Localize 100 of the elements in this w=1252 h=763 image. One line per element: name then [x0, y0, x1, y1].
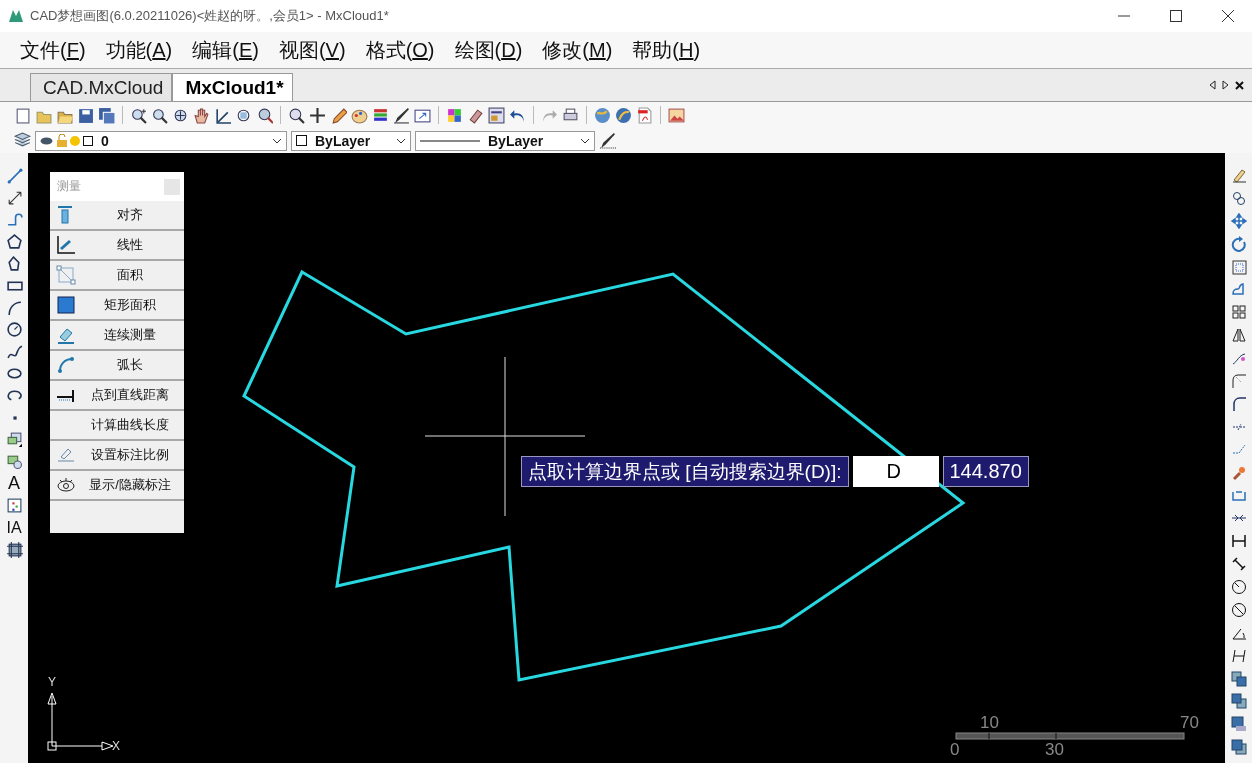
- zoom-icon[interactable]: [151, 106, 168, 124]
- eraser-icon[interactable]: [467, 106, 484, 124]
- menu-item[interactable]: 文件(F): [10, 36, 96, 64]
- layer-dropdown[interactable]: 0: [35, 130, 287, 151]
- polyline-icon[interactable]: [5, 211, 23, 228]
- text-tool[interactable]: A: [8, 475, 20, 492]
- diameter-icon[interactable]: [1230, 601, 1247, 618]
- drawing-canvas[interactable]: Y X 10 70 0 30 测量 对齐 线性 面积 矩形面积 连续测量 弧长 点到直线距离 计算曲线长度 设置标注比例 显示/隐藏标注 点取计算边界点或 [自动搜索边界(D)]: D 144.870: [28, 153, 1225, 763]
- new-file-icon[interactable]: [14, 106, 31, 124]
- close-icon[interactable]: [1222, 10, 1234, 22]
- measure-linear-icon: [56, 235, 76, 255]
- ellipse-icon[interactable]: [5, 365, 23, 382]
- measure-arc-icon: [56, 355, 76, 375]
- copy-circles-icon[interactable]: [1230, 189, 1247, 206]
- arc-icon[interactable]: [5, 299, 23, 316]
- multiline-text-tool[interactable]: IA: [6, 519, 22, 536]
- pdf-file-icon[interactable]: [636, 106, 653, 124]
- pentagon-icon[interactable]: [5, 233, 23, 250]
- ucs-axes-icon: [47, 692, 114, 751]
- measure-area-icon: [56, 265, 76, 285]
- menu-item[interactable]: 绘图(D): [444, 36, 533, 64]
- padlock-icon: [56, 133, 67, 148]
- maximize-icon[interactable]: [1170, 10, 1182, 22]
- mirror-icon[interactable]: [1230, 327, 1247, 344]
- fillet-icon[interactable]: [1230, 373, 1247, 389]
- pencil-icon[interactable]: [330, 106, 347, 124]
- color-grid-icon[interactable]: [446, 106, 463, 124]
- zoom-in-icon[interactable]: [130, 106, 147, 124]
- round-fillet-icon[interactable]: [1230, 395, 1247, 412]
- block-icon[interactable]: [5, 431, 23, 448]
- panel-title: 测量: [57, 178, 81, 195]
- bring-front-icon[interactable]: [1230, 670, 1247, 687]
- horizontal-dimension-icon[interactable]: [1230, 533, 1247, 550]
- linetype-dropdown[interactable]: ByLayer: [415, 130, 595, 151]
- insert-block-icon[interactable]: [5, 453, 23, 470]
- scale-label: 0: [950, 741, 960, 759]
- globe-icon[interactable]: [594, 106, 611, 124]
- scroll-left-icon[interactable]: [1209, 80, 1216, 90]
- hatch-icon[interactable]: [5, 541, 23, 558]
- offset-icon[interactable]: [1230, 281, 1247, 298]
- color-swatch-icon: [296, 135, 307, 146]
- menu-item[interactable]: 帮助(H): [622, 36, 711, 64]
- brush-icon[interactable]: [393, 106, 410, 124]
- menu-item[interactable]: 视图(V): [268, 36, 356, 64]
- brush-icon[interactable]: [599, 132, 616, 149]
- eraser-icon[interactable]: [1230, 167, 1247, 183]
- app-logo-icon: [8, 8, 24, 24]
- polygon-icon[interactable]: [5, 255, 23, 272]
- window-title: CAD梦想画图(6.0.20211026)<姓赵的呀。,会员1> - MxCloud1*: [30, 7, 389, 25]
- axes-icon[interactable]: [214, 106, 231, 124]
- move-cross-icon[interactable]: [309, 106, 326, 124]
- menu-item[interactable]: 格式(O): [355, 36, 445, 64]
- close-icon[interactable]: [1235, 80, 1244, 90]
- magnifier-icon[interactable]: [288, 106, 305, 124]
- aligned-dimension-icon[interactable]: [1230, 556, 1247, 573]
- caret-icon: [396, 137, 406, 144]
- menu-item[interactable]: 功能(A): [95, 36, 183, 64]
- spline-icon[interactable]: [5, 343, 23, 360]
- caret-icon: [580, 137, 590, 144]
- axis-label: X: [112, 739, 120, 753]
- scroll-right-icon[interactable]: [1222, 80, 1229, 90]
- table-icon[interactable]: [5, 497, 23, 514]
- front-icon[interactable]: [1230, 716, 1247, 733]
- back-icon[interactable]: [1230, 739, 1247, 756]
- oblique-dimension-icon[interactable]: [1230, 647, 1247, 664]
- menu-item[interactable]: 编辑(E): [182, 36, 269, 64]
- menu-item[interactable]: 修改(M): [532, 36, 623, 64]
- grid-array-icon[interactable]: [1230, 304, 1247, 321]
- scale-label: 70: [1180, 714, 1199, 732]
- layers-icon[interactable]: [14, 132, 31, 149]
- document-tab[interactable]: CAD.MxCloud: [30, 73, 173, 101]
- measure-eye-icon: [56, 475, 76, 495]
- send-back-icon[interactable]: [1230, 693, 1247, 710]
- pan-hand-icon[interactable]: [193, 106, 210, 124]
- scale-label: 10: [980, 714, 999, 732]
- eye-icon: [40, 136, 53, 145]
- measure-rect-icon: [56, 295, 76, 315]
- save-all-icon[interactable]: [98, 106, 115, 124]
- axis-label: Y: [48, 675, 56, 689]
- layers-stack-icon[interactable]: [372, 106, 389, 124]
- zoom-previous-icon[interactable]: [256, 106, 273, 124]
- scale-label: 30: [1045, 741, 1064, 759]
- command-input-field[interactable]: D: [852, 456, 939, 487]
- image-file-icon[interactable]: [668, 106, 685, 124]
- explode-icon[interactable]: [1230, 464, 1247, 481]
- radius-icon[interactable]: [1230, 579, 1247, 596]
- move-arrows-icon[interactable]: [1230, 212, 1247, 229]
- command-prompt: 点取计算边界点或 [自动搜索边界(D)]:: [521, 456, 849, 487]
- rotate-icon[interactable]: [1230, 235, 1247, 252]
- color-dropdown[interactable]: ByLayer: [291, 130, 411, 151]
- stretch-icon[interactable]: [1230, 350, 1247, 367]
- line-sample-icon: [420, 138, 480, 143]
- properties-window-icon[interactable]: [488, 106, 505, 124]
- document-tab[interactable]: MxCloud1*: [172, 73, 293, 101]
- measured-value: 144.870: [942, 456, 1029, 487]
- save-icon[interactable]: [77, 106, 94, 124]
- scale-box-icon[interactable]: [1230, 258, 1247, 275]
- circle-icon[interactable]: [5, 321, 23, 338]
- line-icon[interactable]: [5, 167, 23, 184]
- caret-icon: [272, 137, 282, 144]
